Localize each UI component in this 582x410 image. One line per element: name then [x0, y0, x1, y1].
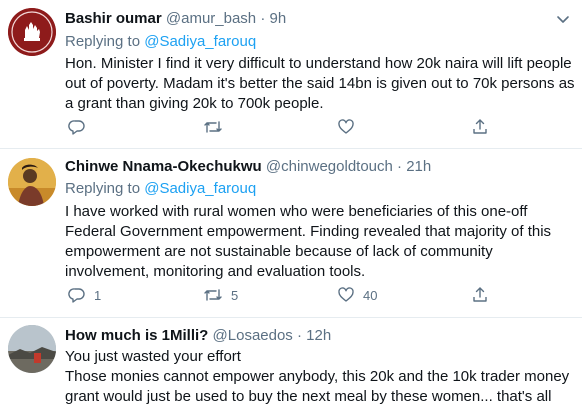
like-button[interactable]: 40 [337, 286, 377, 304]
separator-dot: · [397, 158, 403, 175]
replying-to-label: Replying to [65, 180, 141, 197]
like-count: 40 [363, 287, 378, 303]
display-name[interactable]: How much is 1Milli? [65, 327, 208, 344]
profile-photo [8, 158, 56, 206]
tweet-actions: 1 5 40 [60, 286, 500, 306]
replying-to: Replying to @Sadiya_farouq [65, 32, 256, 52]
separator-dot: · [296, 327, 302, 344]
user-handle[interactable]: @amur_bash [166, 10, 256, 27]
timestamp[interactable]: 12h [306, 327, 331, 344]
tweet-text: I have worked with rural women who were … [65, 203, 552, 280]
reply-button[interactable] [68, 118, 94, 136]
tweet-2[interactable]: Chinwe Nnama-Okechukwu @chinwegoldtouch … [0, 148, 582, 318]
reply-icon [68, 120, 85, 135]
timestamp[interactable]: 21h [406, 158, 431, 175]
avatar[interactable] [8, 158, 56, 206]
tweet-text-line: Those monies cannot empower anybody, thi… [65, 368, 570, 405]
share-icon [473, 287, 487, 302]
tweet-text-line: You just wasted your effort [65, 348, 241, 365]
share-icon [473, 119, 487, 134]
display-name[interactable]: Bashir oumar [65, 10, 162, 27]
secure-north-logo [8, 8, 56, 56]
share-button[interactable] [471, 286, 489, 304]
share-button[interactable] [471, 118, 489, 136]
more-options-chevron-icon[interactable] [554, 10, 572, 28]
mention-link[interactable]: @Sadiya_farouq [144, 33, 256, 50]
profile-photo [8, 325, 56, 373]
tweet-text: You just wasted your effort Those monies… [65, 347, 575, 407]
heart-icon [338, 287, 354, 302]
mention-link[interactable]: @Sadiya_farouq [144, 180, 256, 197]
user-handle[interactable]: @Losaedos [213, 327, 293, 344]
retweet-button[interactable] [203, 118, 231, 136]
reply-icon [68, 288, 85, 303]
tweet-actions [60, 118, 500, 138]
user-handle[interactable]: @chinwegoldtouch [266, 158, 393, 175]
timestamp[interactable]: 9h [270, 10, 287, 27]
avatar[interactable] [8, 325, 56, 373]
retweet-button[interactable]: 5 [203, 286, 238, 304]
retweet-icon [204, 289, 222, 301]
display-name[interactable]: Chinwe Nnama-Okechukwu [65, 158, 262, 175]
reply-count: 1 [94, 287, 102, 303]
heart-icon [338, 119, 354, 134]
like-button[interactable] [337, 118, 363, 136]
tweet-3[interactable]: How much is 1Milli? @Losaedos · 12h You … [0, 317, 582, 410]
retweet-icon [204, 121, 222, 133]
retweet-count: 5 [231, 287, 239, 303]
tweet-text: Hon. Minister I find it very difficult t… [65, 55, 575, 112]
reply-button[interactable]: 1 [68, 286, 101, 304]
replying-to: Replying to @Sadiya_farouq [65, 179, 256, 199]
avatar[interactable] [8, 8, 56, 56]
tweet-1[interactable]: Bashir oumar @amur_bash · 9h Replying to… [0, 0, 582, 149]
separator-dot: · [260, 10, 266, 27]
replying-to-label: Replying to [65, 33, 141, 50]
